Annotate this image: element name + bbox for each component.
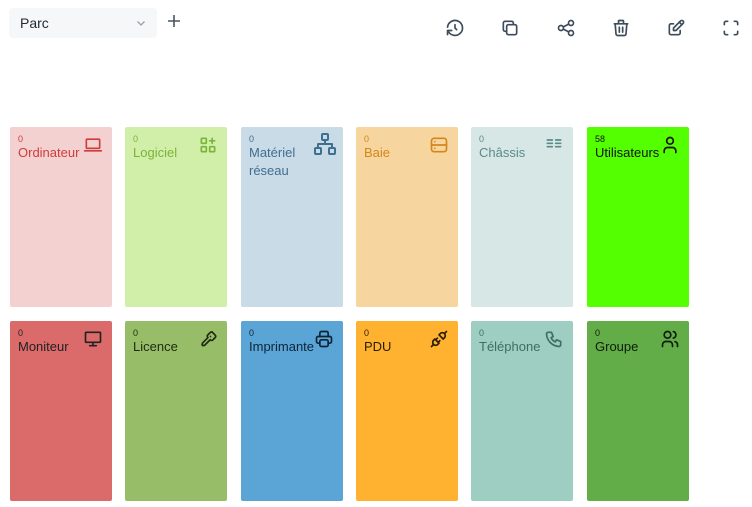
card-moniteur[interactable]: 0 Moniteur — [10, 321, 112, 501]
edit-button[interactable] — [664, 16, 688, 40]
card-label: Logiciel — [133, 145, 178, 160]
printer-icon — [314, 329, 334, 349]
card-label: Ordinateur — [18, 145, 80, 160]
dashboard-toolbar: Parc — [0, 0, 752, 50]
fullscreen-icon — [723, 20, 739, 36]
delete-button[interactable] — [609, 16, 633, 40]
edit-icon — [668, 19, 685, 36]
card-ordinateur[interactable]: 0 Ordinateur — [10, 127, 112, 307]
plug-icon — [429, 329, 449, 349]
history-icon — [446, 19, 464, 37]
card-label: Baie — [364, 145, 391, 160]
card-logiciel[interactable]: 0 Logiciel — [125, 127, 227, 307]
user-icon — [660, 135, 680, 155]
card-label: Licence — [133, 339, 178, 354]
card-materiel-reseau[interactable]: 0 Matériel réseau — [241, 127, 343, 307]
key-icon — [198, 329, 218, 349]
add-dashboard-button[interactable] — [163, 10, 185, 32]
card-pdu[interactable]: 0 PDU — [356, 321, 458, 501]
copy-icon — [502, 20, 518, 36]
users-icon — [660, 329, 680, 349]
card-label: Téléphone — [479, 339, 541, 354]
copy-button[interactable] — [498, 16, 522, 40]
card-label: PDU — [364, 339, 392, 354]
card-chassis[interactable]: 0 Châssis — [471, 127, 573, 307]
card-label: Châssis — [479, 145, 526, 160]
chassis-icon — [544, 135, 564, 155]
card-utilisateurs[interactable]: 58 Utilisateurs — [587, 127, 689, 307]
card-label: Utilisateurs — [595, 145, 660, 160]
card-label: Moniteur — [18, 339, 69, 354]
history-button[interactable] — [443, 16, 467, 40]
network-icon — [313, 132, 337, 156]
card-imprimante[interactable]: 0 Imprimante — [241, 321, 343, 501]
phone-icon — [544, 329, 564, 349]
plus-icon — [168, 15, 180, 27]
card-label: Matériel réseau — [249, 145, 296, 178]
card-baie[interactable]: 0 Baie — [356, 127, 458, 307]
card-label: Imprimante — [249, 339, 315, 354]
card-label: Groupe — [595, 339, 639, 354]
apps-add-icon — [198, 135, 218, 155]
server-icon — [429, 135, 449, 155]
trash-icon — [613, 19, 629, 37]
share-button[interactable] — [554, 16, 578, 40]
dashboard-select[interactable]: Parc — [9, 8, 157, 38]
card-licence[interactable]: 0 Licence — [125, 321, 227, 501]
monitor-icon — [83, 329, 103, 349]
share-icon — [557, 19, 575, 37]
card-groupe[interactable]: 0 Groupe — [587, 321, 689, 501]
fullscreen-button[interactable] — [719, 16, 743, 40]
laptop-icon — [83, 135, 103, 155]
chevron-down-icon — [135, 17, 147, 29]
card-telephone[interactable]: 0 Téléphone — [471, 321, 573, 501]
dashboard-select-value: Parc — [20, 15, 49, 31]
